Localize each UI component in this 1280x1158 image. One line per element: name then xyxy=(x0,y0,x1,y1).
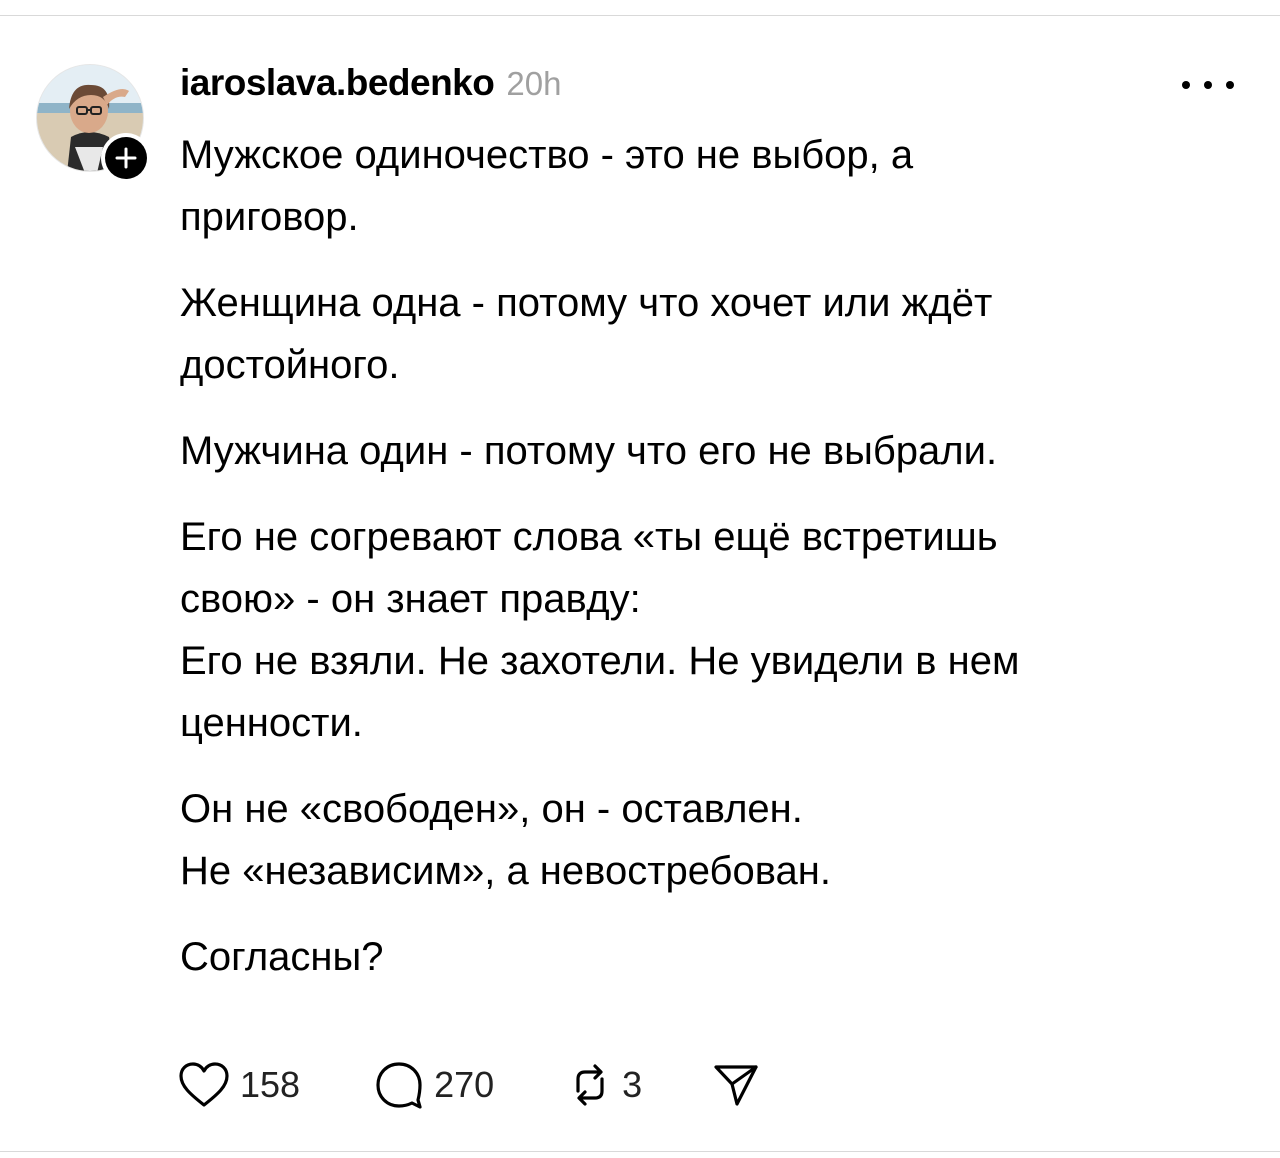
like-count: 158 xyxy=(240,1064,301,1105)
bottom-divider xyxy=(0,1151,1280,1152)
post-text: Мужское одиночество - это не выбор, а пр… xyxy=(180,124,1200,988)
post-header: iaroslava.bedenko 20h xyxy=(180,62,561,110)
comment-icon xyxy=(376,1062,422,1109)
action-bar: 158 270 3 xyxy=(178,1058,760,1112)
paragraph: Мужское одиночество - это не выбор, а пр… xyxy=(180,133,914,239)
send-icon xyxy=(714,1065,758,1106)
heart-icon xyxy=(179,1062,229,1107)
repost-icon xyxy=(576,1064,604,1106)
comment-button[interactable]: 270 xyxy=(374,1060,494,1110)
comment-count: 270 xyxy=(434,1064,495,1105)
paragraph: Его не согревают слова «ты ещё встретишь… xyxy=(180,515,1020,745)
username[interactable]: iaroslava.bedenko xyxy=(180,62,495,104)
more-horizontal-icon xyxy=(1182,81,1190,89)
plus-icon xyxy=(115,147,137,169)
repost-count: 3 xyxy=(622,1064,643,1105)
paragraph: Мужчина один - потому что его не выбрали… xyxy=(180,429,998,473)
more-options-button[interactable] xyxy=(1182,70,1234,100)
timestamp: 20h xyxy=(506,65,562,102)
paragraph: Он не «свободен», он - оставлен. Не «нез… xyxy=(180,787,831,893)
like-button[interactable]: 158 xyxy=(178,1061,300,1109)
paragraph: Женщина одна - потому что хочет или ждёт… xyxy=(180,281,993,387)
repost-button[interactable]: 3 xyxy=(568,1063,642,1107)
top-divider xyxy=(0,15,1280,16)
follow-button[interactable] xyxy=(101,133,151,183)
paragraph: Согласны? xyxy=(180,935,384,979)
share-button[interactable] xyxy=(712,1062,760,1108)
